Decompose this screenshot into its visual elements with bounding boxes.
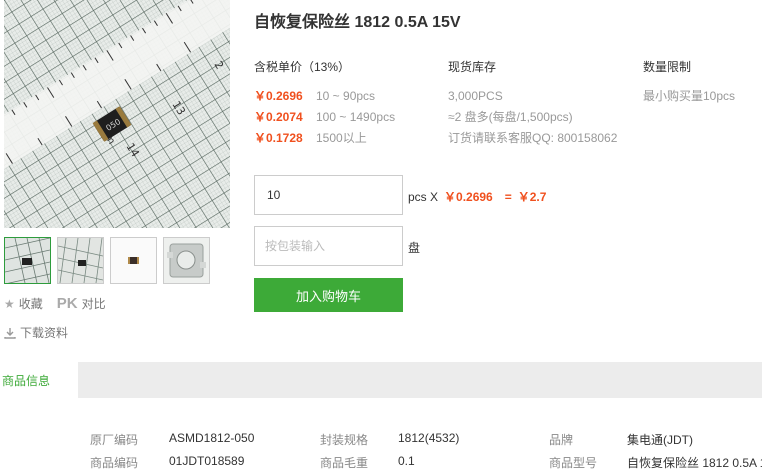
tier-quantity: 1500以上 [316, 131, 367, 145]
tier-price: ￥0.1728 [254, 131, 303, 145]
stock-section: 现货库存 3,000PCS ≈2 盘多(每盘/1,500pcs) 订货请联系客服… [448, 58, 617, 148]
pricing-section: 含税单价（13%） ￥0.2696 10 ~ 90pcs ￥0.2074 100… [254, 58, 395, 148]
info-value: ASMD1812-050 [169, 431, 255, 445]
product-info-table: 原厂编码 ASMD1812-050 封装规格 1812(4532) 品牌 集电通… [0, 428, 762, 470]
info-value: 集电通(JDT) [627, 433, 693, 447]
info-value: 自恢复保险丝 1812 0.5A 15V [627, 456, 762, 470]
limit-text: 最小购买量10pcs [643, 89, 736, 103]
package-unit-label: 盘 [408, 241, 421, 255]
product-title: 自恢复保险丝 1812 0.5A 15V [254, 14, 461, 31]
info-label: 商品编码 [90, 456, 139, 470]
download-datasheet-button[interactable]: 下载资料 [4, 324, 68, 341]
info-label: 商品毛重 [320, 456, 369, 470]
tier-quantity: 100 ~ 1490pcs [316, 109, 396, 124]
thumb-4[interactable] [163, 237, 210, 284]
tier-price: ￥0.2696 [254, 89, 303, 103]
favorite-button[interactable]: ★ 收藏 [4, 295, 43, 312]
price-tier: ￥0.2074 100 ~ 1490pcs [254, 106, 395, 127]
limit-header: 数量限制 [643, 60, 692, 74]
thumb-1-image [5, 238, 50, 283]
info-label: 品牌 [549, 433, 574, 447]
price-tier: ￥0.1728 1500以上 [254, 127, 395, 148]
thumb-3-image [111, 238, 156, 283]
main-product-image[interactable]: 13 14 cm 2 050 [4, 0, 230, 228]
price-calculation: pcs X ￥0.2696 = ￥2.7 [408, 188, 546, 205]
info-label: 封装规格 [320, 433, 369, 447]
quantity-input[interactable] [254, 175, 403, 215]
equals-sign: = [504, 189, 512, 204]
product-photo: 13 14 cm 2 050 [4, 0, 230, 228]
add-to-cart-button[interactable]: 加入购物车 [254, 278, 403, 312]
download-label: 下载资料 [20, 326, 69, 340]
unit-price: ￥0.2696 [444, 190, 493, 204]
thumb-2-image [58, 238, 103, 283]
thumb-3[interactable] [110, 237, 157, 284]
stock-header: 现货库存 [448, 60, 497, 74]
thumb-1[interactable] [4, 237, 51, 284]
info-row: 原厂编码 ASMD1812-050 封装规格 1812(4532) 品牌 集电通… [0, 428, 762, 451]
stock-quantity: 3,000PCS [448, 88, 503, 103]
unit-label: pcs X [408, 189, 439, 204]
compare-label: 对比 [81, 297, 106, 311]
product-actions: ★ 收藏 PK 对比 [4, 295, 106, 312]
info-label: 原厂编码 [90, 433, 139, 447]
total-price: ￥2.7 [517, 190, 547, 204]
pk-icon: PK [56, 295, 78, 312]
info-value: 1812(4532) [398, 431, 460, 445]
thumb-4-image [164, 238, 209, 283]
tab-product-info[interactable]: 商品信息 [0, 362, 78, 398]
info-label: 商品型号 [549, 456, 598, 470]
compare-button[interactable]: PK 对比 [57, 295, 106, 312]
package-input[interactable] [254, 226, 403, 266]
download-icon [4, 327, 16, 339]
thumb-2[interactable] [57, 237, 104, 284]
info-value: 01JDT018589 [169, 454, 245, 468]
info-value: 0.1 [398, 454, 415, 468]
stock-reels: ≈2 盘多(每盘/1,500pcs) [448, 110, 573, 124]
thumbnail-strip [4, 237, 210, 284]
limit-section: 数量限制 最小购买量10pcs [643, 58, 735, 106]
pricing-header: 含税单价（13%） [254, 60, 351, 74]
tier-price: ￥0.2074 [254, 110, 303, 124]
tier-quantity: 10 ~ 90pcs [316, 88, 376, 103]
info-row: 商品编码 01JDT018589 商品毛重 0.1 商品型号 自恢复保险丝 18… [0, 451, 762, 470]
price-tier: ￥0.2696 10 ~ 90pcs [254, 85, 395, 106]
favorite-label: 收藏 [18, 297, 43, 311]
detail-tabbar: 商品信息 [0, 362, 762, 398]
star-icon: ★ [4, 296, 15, 311]
stock-contact: 订货请联系客服QQ: 800158062 [448, 131, 618, 145]
